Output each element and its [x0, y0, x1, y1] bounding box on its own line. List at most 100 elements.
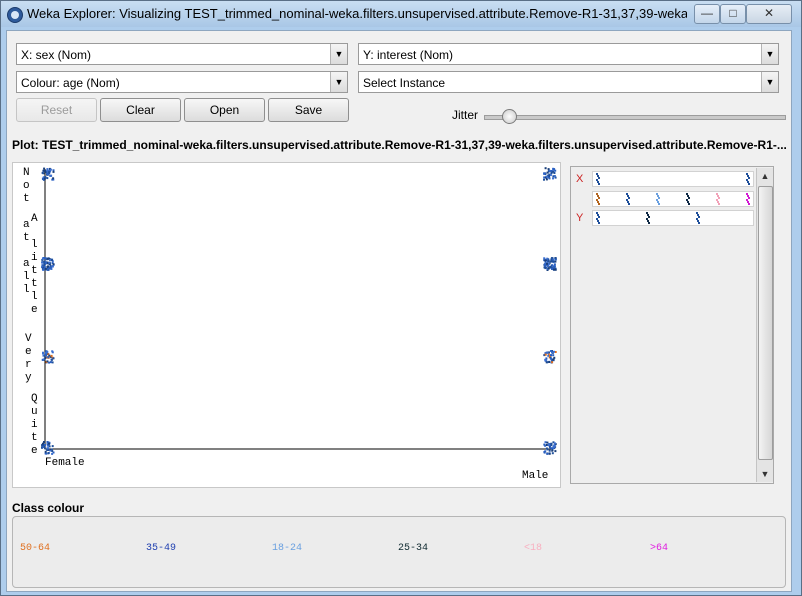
- data-point: [44, 450, 47, 453]
- class-colour-item[interactable]: 50-64: [20, 543, 50, 554]
- data-point: [49, 168, 52, 171]
- data-point: [547, 267, 550, 270]
- class-colour-item[interactable]: 18-24: [272, 543, 302, 554]
- data-point: [547, 263, 550, 265]
- attribute-point: [657, 195, 659, 197]
- maximize-icon[interactable]: □: [720, 4, 746, 24]
- y-axis-select[interactable]: Y: interest (Nom) ▼: [358, 43, 779, 65]
- attribute-scrollbar[interactable]: ▲ ▼: [756, 168, 773, 482]
- chevron-down-icon[interactable]: ▼: [761, 72, 778, 92]
- data-point: [46, 177, 49, 180]
- data-point: [546, 351, 549, 354]
- attribute-point: [648, 222, 650, 224]
- class-colour-item[interactable]: 35-49: [146, 543, 176, 554]
- data-point: [554, 450, 557, 453]
- attribute-point: [686, 199, 688, 201]
- chevron-down-icon[interactable]: ▼: [330, 72, 347, 92]
- x-axis-select[interactable]: X: sex (Nom) ▼: [16, 43, 348, 65]
- attribute-bar-age[interactable]: [592, 191, 754, 207]
- data-point: [51, 452, 54, 455]
- data-point: [553, 172, 556, 174]
- data-point: [550, 170, 553, 172]
- attribute-point: [597, 175, 599, 177]
- attribute-point: [597, 201, 599, 203]
- attribute-point: [717, 195, 719, 197]
- plot-canvas: [41, 167, 557, 455]
- data-point: [46, 351, 49, 353]
- attribute-point: [647, 214, 649, 216]
- minimize-icon[interactable]: —: [694, 4, 720, 24]
- save-button[interactable]: Save: [268, 98, 349, 122]
- data-point: [550, 442, 553, 445]
- close-icon[interactable]: ✕: [746, 4, 792, 24]
- data-point: [42, 351, 44, 354]
- data-point: [545, 447, 548, 450]
- attribute-point: [688, 197, 690, 199]
- data-point: [48, 442, 51, 445]
- data-point: [46, 360, 49, 363]
- attribute-point: [628, 203, 630, 205]
- data-point: [546, 361, 549, 364]
- data-point: [551, 449, 554, 452]
- data-point: [41, 171, 44, 174]
- data-point: [551, 351, 554, 354]
- scrollbar-thumb[interactable]: [758, 186, 773, 460]
- data-point: [42, 354, 45, 357]
- data-point: [544, 441, 547, 444]
- class-colour-item[interactable]: >64: [650, 543, 668, 554]
- scroll-down-icon[interactable]: ▼: [757, 466, 773, 482]
- attribute-point: [647, 220, 649, 222]
- attribute-point: [747, 181, 749, 183]
- attribute-point: [646, 212, 648, 214]
- data-point: [544, 353, 547, 356]
- attribute-point: [747, 201, 749, 203]
- attribute-point: [697, 214, 699, 216]
- scroll-up-icon[interactable]: ▲: [757, 168, 773, 184]
- x-attribute-marker: X: [576, 173, 584, 185]
- attribute-point: [686, 193, 688, 195]
- attribute-point: [626, 199, 628, 201]
- weka-app-icon: [7, 7, 23, 23]
- class-colour-item[interactable]: <18: [524, 543, 542, 554]
- attribute-point: [747, 175, 749, 177]
- data-point: [44, 257, 47, 260]
- data-point: [51, 350, 54, 353]
- attribute-point: [627, 201, 629, 203]
- jitter-slider[interactable]: [484, 115, 786, 120]
- y-category-label: A l i t t l e: [31, 213, 38, 316]
- jitter-slider-thumb[interactable]: [502, 109, 517, 124]
- scatter-plot[interactable]: N o t a t a l l A l i t t l e V e r y Q …: [12, 162, 561, 488]
- class-colour-item[interactable]: 25-34: [398, 543, 428, 554]
- attribute-bar-sex[interactable]: [592, 171, 754, 187]
- data-point: [548, 449, 551, 452]
- y-category-label: Q u i t e: [31, 393, 38, 457]
- attribute-point: [716, 199, 718, 201]
- attribute-point: [717, 201, 719, 203]
- chevron-down-icon[interactable]: ▼: [761, 44, 778, 64]
- data-point: [43, 167, 46, 170]
- clear-button[interactable]: Clear: [100, 98, 181, 122]
- data-point: [546, 171, 549, 174]
- data-point: [44, 169, 47, 172]
- instance-select[interactable]: Select Instance ▼: [358, 71, 779, 93]
- data-point: [549, 266, 552, 268]
- colour-select[interactable]: Colour: age (Nom) ▼: [16, 71, 348, 93]
- data-point: [45, 262, 48, 264]
- attribute-point: [716, 193, 718, 195]
- chevron-down-icon[interactable]: ▼: [330, 44, 347, 64]
- attribute-bar-interest[interactable]: [592, 210, 754, 226]
- reset-button[interactable]: Reset: [16, 98, 97, 122]
- data-point: [548, 443, 551, 446]
- attribute-point: [597, 195, 599, 197]
- colour-select-label: Colour: age (Nom): [21, 76, 120, 90]
- attribute-point: [597, 181, 599, 183]
- data-point: [46, 172, 49, 175]
- attribute-point: [648, 216, 650, 218]
- data-point: [554, 445, 556, 448]
- open-button[interactable]: Open: [184, 98, 265, 122]
- attribute-point: [596, 179, 598, 181]
- attribute-point: [688, 203, 690, 205]
- attribute-point: [746, 193, 748, 195]
- data-point: [553, 356, 556, 359]
- data-point: [552, 358, 555, 361]
